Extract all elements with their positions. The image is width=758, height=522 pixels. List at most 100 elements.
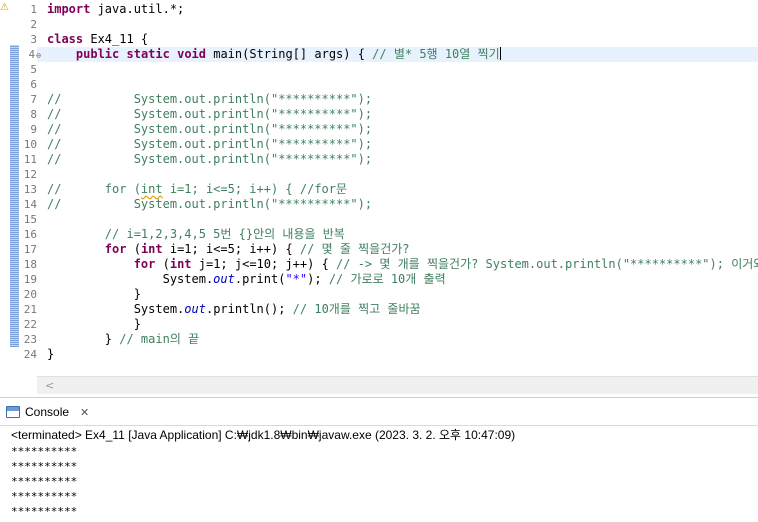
code-token: // i=1,2,3,4,5 5번 {}안의 내용을 반복 [104, 227, 345, 241]
code-token: // main의 끝 [119, 332, 200, 346]
line-number: 13 [23, 183, 37, 196]
console-view: Console ✕ <terminated> Ex4_11 [Java Appl… [0, 397, 758, 522]
code-token: ( [126, 242, 141, 256]
code-token: // System.out.println("**********"); [47, 122, 373, 136]
horizontal-scrollbar[interactable]: < [37, 376, 758, 394]
code-line[interactable]: } [47, 347, 54, 362]
code-token: // System.out.println("**********"); [47, 137, 373, 151]
code-line[interactable]: import java.util.*; [47, 2, 184, 17]
line-number: 4 [29, 47, 41, 62]
code-token: static [126, 47, 170, 61]
line-number: 6 [30, 78, 37, 91]
line-number: 11 [23, 153, 37, 166]
line-number: 12 [23, 168, 37, 181]
console-output-line: ********** [11, 475, 78, 488]
code-token: .print( [234, 272, 286, 286]
code-line[interactable]: // i=1,2,3,4,5 5번 {}안의 내용을 반복 [47, 227, 345, 242]
code-editor[interactable]: ⚠ 12345678910111213141516171819202122232… [0, 0, 758, 395]
code-token: class [47, 32, 84, 46]
code-token: // for ( [47, 182, 141, 196]
line-number: 17 [23, 243, 37, 256]
code-token: for [133, 257, 156, 271]
code-token: // 10개를 찍고 줄바꿈 [292, 302, 421, 316]
code-token: j=1; j<=10; j++) { [191, 257, 337, 271]
code-line[interactable]: System.out.print("*"); // 가로로 10개 출력 [47, 272, 446, 287]
line-number: 2 [30, 18, 37, 31]
code-token: .println(); [205, 302, 293, 316]
line-number: 14 [23, 198, 37, 211]
console-output-line: ********** [11, 445, 78, 458]
line-number: 7 [30, 93, 37, 106]
code-token: // System.out.println("**********"); [47, 92, 373, 106]
console-icon [6, 406, 20, 418]
code-token: Ex4_11 { [83, 32, 149, 46]
line-number: 10 [23, 138, 37, 151]
code-line[interactable]: // System.out.println("**********"); [47, 137, 372, 152]
code-token: System. [47, 272, 214, 286]
code-line[interactable]: // System.out.println("**********"); [47, 197, 372, 212]
code-token: // System.out.println("**********"); [47, 107, 373, 121]
line-number: 24 [23, 348, 37, 361]
code-line[interactable]: public static void main(String[] args) {… [47, 47, 501, 62]
console-output-line: ********** [11, 460, 78, 473]
code-line[interactable]: } [47, 287, 141, 302]
console-status-text: <terminated> Ex4_11 [Java Application] C… [11, 428, 516, 442]
code-token: ( [155, 257, 170, 271]
code-token: void [177, 47, 206, 61]
line-number: 15 [23, 213, 37, 226]
console-tab[interactable]: Console ✕ [6, 401, 89, 423]
code-line[interactable]: } // main의 끝 [47, 332, 199, 347]
code-line[interactable]: } [47, 317, 141, 332]
code-token: ); [307, 272, 329, 286]
code-line[interactable]: for (int i=1; i<=5; i++) { // 몇 줄 찍을건가? [47, 242, 410, 257]
console-output[interactable]: ********** ********** ********** **********… [11, 444, 77, 519]
code-token: // 몇 줄 찍을건가? [299, 242, 410, 256]
code-token: for [104, 242, 127, 256]
quick-diff-bar [10, 45, 19, 347]
console-output-line: ********** [11, 490, 78, 503]
code-token: public [75, 47, 120, 61]
code-token: // -> 몇 개를 찍을건가? System.out.println("***… [336, 257, 758, 271]
scroll-left-arrow-icon[interactable]: < [45, 378, 54, 393]
code-token: i=1; i<=5; i++) { //for문 [162, 182, 348, 196]
console-tab-label: Console [25, 405, 70, 419]
code-line[interactable]: // System.out.println("**********"); [47, 107, 372, 122]
close-icon[interactable]: ✕ [80, 406, 89, 419]
warning-icon[interactable]: ⚠ [0, 2, 10, 14]
line-number: 8 [30, 108, 37, 121]
code-line[interactable]: // for (int i=1; i<=5; i++) { //for문 [47, 182, 347, 197]
code-token: } [47, 317, 141, 331]
code-line[interactable]: for (int j=1; j<=10; j++) { // -> 몇 개를 찍… [47, 257, 758, 272]
code-token: // 가로로 10개 출력 [328, 272, 446, 286]
code-token: main(String[] args) { [206, 47, 373, 61]
code-token: java.util.*; [90, 2, 185, 16]
line-number: 5 [30, 63, 37, 76]
code-token: // 별* 5행 10열 찍기 [372, 47, 500, 61]
code-line[interactable]: // System.out.println("**********"); [47, 152, 372, 167]
line-number: 20 [23, 288, 37, 301]
code-line[interactable]: class Ex4_11 { [47, 32, 148, 47]
line-number: 19 [23, 273, 37, 286]
code-token: } [47, 332, 120, 346]
code-token: // System.out.println("**********"); [47, 197, 373, 211]
line-number: 18 [23, 258, 37, 271]
code-token: "*" [285, 272, 308, 286]
code-line[interactable]: System.out.println(); // 10개를 찍고 줄바꿈 [47, 302, 421, 317]
code-token: } [47, 287, 141, 301]
code-token: import [47, 2, 91, 16]
line-number: 22 [23, 318, 37, 331]
code-token: out [184, 302, 206, 316]
annotation-ruler: ⚠ [0, 0, 10, 378]
code-token: // System.out.println("**********"); [47, 152, 373, 166]
line-number: 23 [23, 333, 37, 346]
code-token: int [140, 242, 163, 256]
console-output-line: ********** [11, 505, 78, 518]
code-line[interactable]: // System.out.println("**********"); [47, 92, 372, 107]
code-line[interactable]: // System.out.println("**********"); [47, 122, 372, 137]
